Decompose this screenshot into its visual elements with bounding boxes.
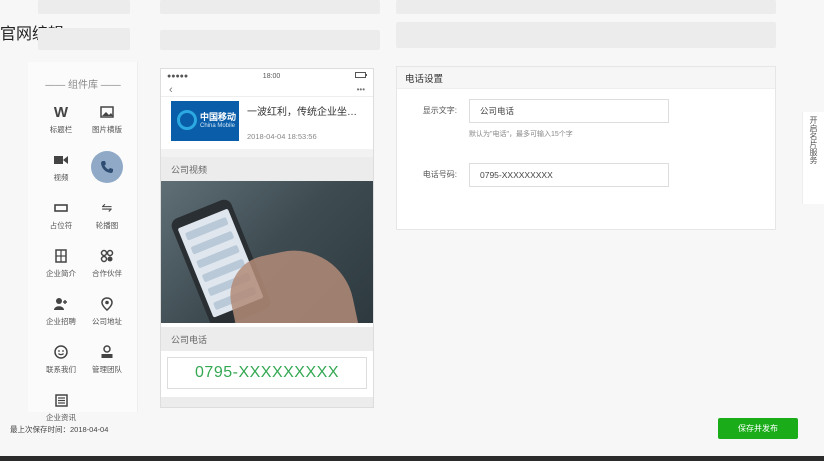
video-preview[interactable] [161,181,373,323]
phone-number-input[interactable] [469,163,669,187]
placeholder-icon [54,199,68,217]
back-icon[interactable]: ‹ [169,84,173,96]
phone-section-title: 公司电话 [161,327,373,351]
library-grid: W 标题栏 图片横版 视频 占位符 ⇋ 轮播图 企业简介 合作伙伴 企业招聘 公… [38,98,130,428]
status-time: 18:00 [262,72,281,80]
top-bar-placeholder [160,30,380,50]
news-thumbnail: 中国移动 China Mobile [171,101,239,141]
settings-title: 电话设置 [397,67,775,89]
last-saved-time: 最上次保存时间：2018-04-04 [10,425,109,434]
phone-settings-panel: 电话设置 显示文字: 默认为"电话"，最多可输入15个字 电话号码: [396,66,776,230]
top-bar-placeholder [396,22,776,48]
top-bar-placeholder [396,0,776,14]
news-item[interactable]: 中国移动 China Mobile 一波红利，传统企业坐不... 2018-04… [161,97,373,149]
save-publish-button[interactable]: 保存并发布 [718,418,798,439]
phone-number-label: 电话号码: [422,170,457,179]
component-library: —— 组件库 —— W 标题栏 图片横版 视频 占位符 ⇋ 轮播图 企业简介 合… [28,62,138,422]
component-team[interactable]: 管理团队 [84,338,130,380]
partners-icon [100,247,114,265]
phone-preview: ●●●●● 18:00 ‹ ••• 中国移动 China Mobile 一波红利… [160,68,374,408]
location-icon [101,295,113,313]
component-partners[interactable]: 合作伙伴 [84,242,130,284]
phone-nav-bar: ‹ ••• [161,83,373,97]
component-carousel[interactable]: ⇋ 轮播图 [84,194,130,236]
business-card-service-tab[interactable]: 开启名片服务 [802,112,824,204]
section-divider [161,149,373,157]
recruitment-icon [54,295,68,313]
top-bar-placeholder [160,0,380,14]
company-intro-icon [54,247,68,265]
image-landscape-icon [100,103,114,121]
video-icon [54,151,68,169]
component-recruitment[interactable]: 企业招聘 [38,290,84,332]
battery-icon [354,72,367,80]
top-bar-placeholder [38,0,130,14]
top-bar-placeholder [38,28,130,50]
china-mobile-logo-icon [177,110,197,130]
phone-number-display[interactable]: 0795-XXXXXXXXX [167,357,367,389]
phone-bottom-bar [161,397,373,407]
team-icon [100,343,114,361]
component-title-bar[interactable]: W 标题栏 [38,98,84,140]
library-title: —— 组件库 —— [45,80,121,91]
component-contact[interactable]: 联系我们 [38,338,84,380]
carousel-icon: ⇋ [101,200,113,215]
phone-status-bar: ●●●●● 18:00 [161,69,373,83]
video-section-title: 公司视频 [161,157,373,181]
title-bar-icon: W [53,103,69,121]
bottom-bar [0,456,824,461]
component-company-intro[interactable]: 企业简介 [38,242,84,284]
contact-icon [54,343,68,361]
carrier-signal: ●●●●● [167,72,189,80]
news-time: 2018-04-04 18:53:56 [247,132,317,141]
more-icon[interactable]: ••• [357,85,365,94]
component-location[interactable]: 公司地址 [84,290,130,332]
display-text-input[interactable] [469,99,669,123]
component-placeholder[interactable]: 占位符 [38,194,84,236]
phone-icon [91,151,123,183]
side-tab-label: 开启名片服务 [809,116,818,164]
component-phone[interactable] [84,146,130,188]
component-news[interactable]: 企业资讯 [38,386,84,428]
component-video[interactable]: 视频 [38,146,84,188]
display-text-label: 显示文字: [422,106,457,115]
news-title: 一波红利，传统企业坐不... [247,107,363,118]
display-text-hint: 默认为"电话"，最多可输入15个字 [469,131,573,138]
news-icon [54,391,68,409]
component-image-landscape[interactable]: 图片横版 [84,98,130,140]
